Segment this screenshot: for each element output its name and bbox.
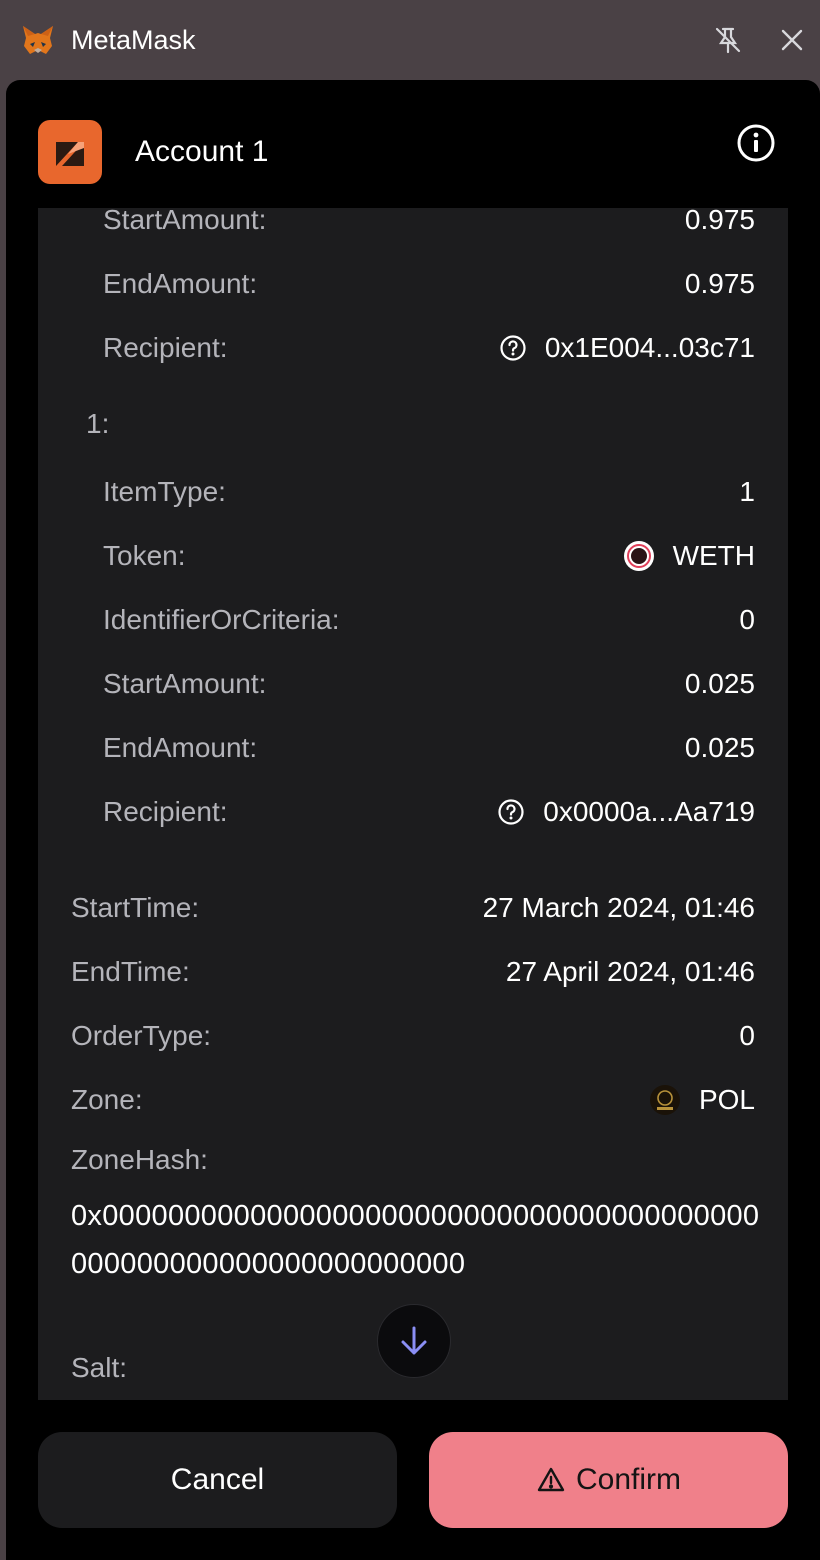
field-label: EndTime: [71, 956, 190, 987]
question-icon [498, 799, 524, 825]
signature-details[interactable]: StartAmount: 0.975 EndAmount: 0.975 Reci… [38, 208, 788, 1400]
field-label: StartTime: [71, 892, 200, 923]
warning-icon [537, 1467, 565, 1492]
confirm-label: Confirm [575, 1463, 681, 1496]
field-label: OrderType: [71, 1020, 212, 1051]
address-text: 0x0000a...Aa719 [543, 796, 755, 827]
field-label: Recipient: [103, 332, 228, 363]
zone-hash-label: ZoneHash: [71, 1144, 208, 1175]
field-value: 0 [739, 604, 755, 635]
field-label: StartAmount: [103, 668, 267, 699]
start-time-row: StartTime: 27 March 2024, 01:46 [71, 888, 755, 928]
token-value[interactable]: WETH [623, 540, 755, 572]
field-value: 27 March 2024, 01:46 [482, 892, 755, 923]
field-label: Token: [103, 540, 186, 571]
recipient-row: Recipient: 0x1E004...03c71 [103, 328, 755, 368]
confirm-button[interactable]: Confirm [429, 1432, 788, 1528]
field-value: 0.025 [684, 668, 755, 699]
pol-token-icon [649, 1085, 680, 1115]
zone-row: Zone: POL [71, 1080, 755, 1120]
recipient-row: Recipient: 0x0000a...Aa719 [103, 792, 755, 832]
field-value: 0.975 [684, 208, 755, 235]
field-label: Zone: [71, 1084, 143, 1115]
field-label: IdentifierOrCriteria: [103, 604, 340, 635]
scroll-down-button[interactable] [377, 1304, 451, 1378]
zone-value[interactable]: POL [649, 1084, 755, 1116]
salt-label: Salt: [71, 1352, 128, 1383]
zone-symbol: POL [698, 1084, 755, 1115]
cancel-button[interactable]: Cancel [38, 1432, 397, 1528]
account-avatar-icon[interactable] [38, 120, 102, 184]
field-label: EndAmount: [103, 268, 258, 299]
token-row: Token: WETH [103, 536, 755, 576]
start-amount-row: StartAmount: 0.025 [103, 664, 755, 704]
field-label: StartAmount: [103, 208, 267, 235]
field-value: 0.975 [684, 268, 755, 299]
address-text: 0x1E004...03c71 [544, 332, 755, 363]
end-amount-row: EndAmount: 0.025 [103, 728, 755, 768]
field-value: 0.025 [684, 732, 755, 763]
field-label: EndAmount: [103, 732, 258, 763]
close-icon[interactable] [776, 24, 808, 56]
identifier-row: IdentifierOrCriteria: 0 [103, 600, 755, 640]
field-label: ItemType: [103, 476, 226, 507]
end-time-row: EndTime: 27 April 2024, 01:46 [71, 952, 755, 992]
field-label: Recipient: [103, 796, 228, 827]
end-amount-row: EndAmount: 0.975 [103, 264, 755, 304]
cancel-label: Cancel [170, 1463, 265, 1496]
field-value: 27 April 2024, 01:46 [505, 956, 755, 987]
window-title: MetaMask [71, 25, 196, 55]
field-value: 1 [739, 476, 755, 507]
question-icon [500, 335, 526, 361]
weth-token-icon [623, 541, 654, 571]
item-type-row: ItemType: 1 [103, 472, 755, 512]
recipient-address[interactable]: 0x1E004...03c71 [499, 332, 755, 364]
unpin-icon[interactable] [712, 24, 744, 56]
zone-hash-value: 0x00000000000000000000000000000000000000… [71, 1200, 760, 1280]
account-name[interactable]: Account 1 [135, 134, 268, 170]
arrow-down-icon [401, 1326, 427, 1355]
window-titlebar: MetaMask [0, 0, 820, 80]
token-symbol: WETH [672, 540, 755, 571]
order-type-row: OrderType: 0 [71, 1016, 755, 1056]
info-icon[interactable] [735, 122, 777, 164]
start-amount-row: StartAmount: 0.975 [103, 208, 755, 240]
metamask-fox-icon [23, 26, 53, 54]
recipient-address[interactable]: 0x0000a...Aa719 [497, 796, 755, 828]
field-value: 0 [739, 1020, 755, 1051]
item-index: 1: [86, 408, 110, 439]
